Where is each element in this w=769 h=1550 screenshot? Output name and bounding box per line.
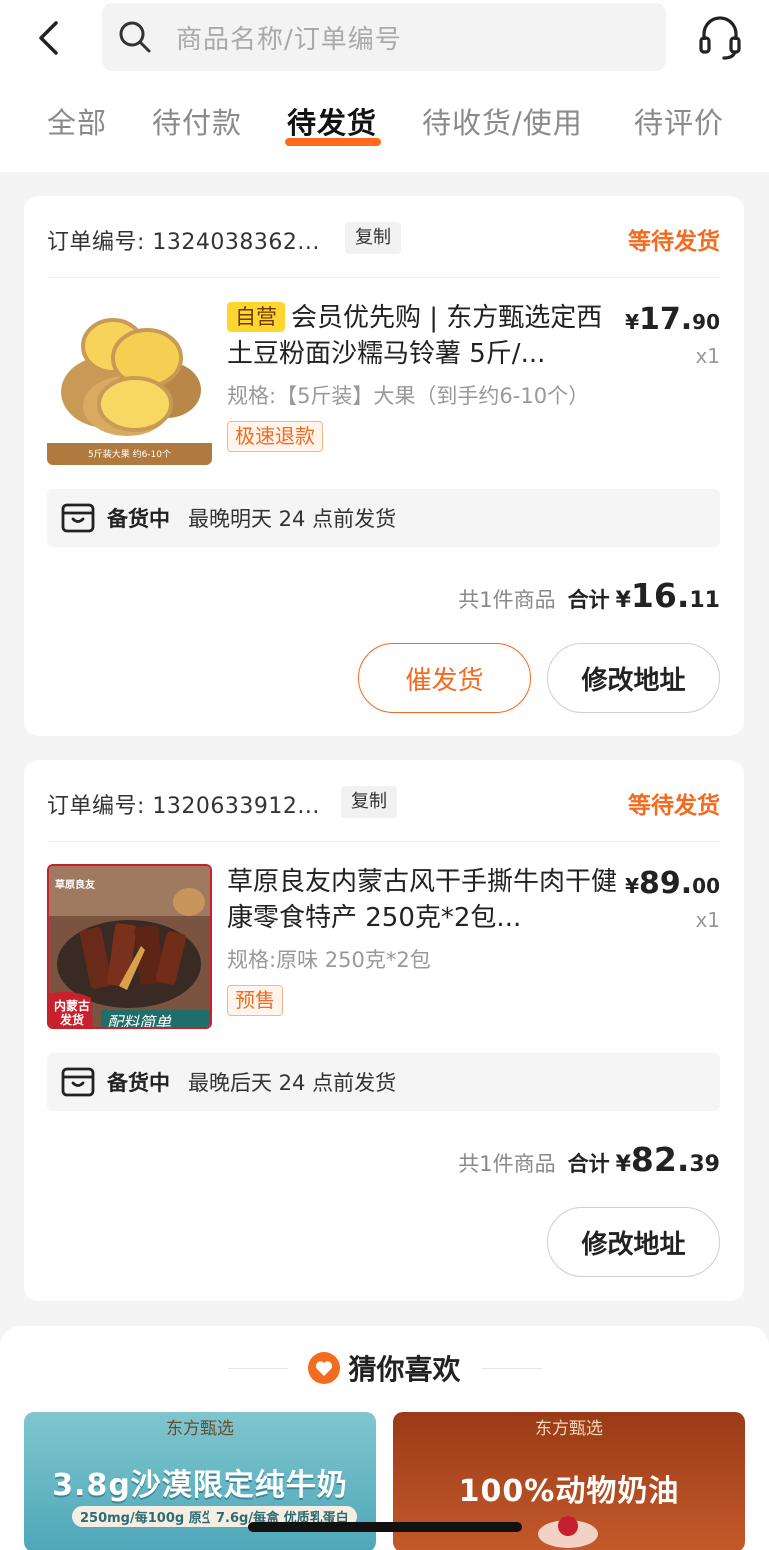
product-price: ¥89.00 [625, 866, 720, 901]
tab-pending-payment[interactable]: 待付款 [152, 100, 242, 142]
tab-all[interactable]: 全部 [47, 100, 107, 142]
thumb-corner-label: 内蒙古发货 [53, 999, 90, 1027]
order-card: 订单编号: 1324038362... 复制 等待发货 5斤装大果 约6-10个… [24, 196, 744, 736]
tab-pending-review[interactable]: 待评价 [634, 100, 724, 142]
package-box-icon [61, 1067, 95, 1097]
tab-pending-receipt[interactable]: 待收货/使用 [422, 100, 583, 142]
recommend-headline: 3.8g沙漠限定纯牛奶 [52, 1468, 348, 1503]
order-status: 等待发货 [628, 229, 720, 255]
product-quantity: x1 [695, 344, 720, 368]
shipping-note: 最晚后天 24 点前发货 [188, 1071, 397, 1095]
product-spec: 规格:【5斤装】大果（到手约6-10个） [227, 384, 590, 408]
top-bar: 商品名称/订单编号 全部 待付款 待发货 待收货/使用 待评价 [0, 0, 769, 172]
divider [47, 277, 720, 278]
dessert-illustration [538, 1516, 598, 1548]
product-spec: 规格:原味 250克*2包 [227, 948, 431, 972]
change-address-button[interactable]: 修改地址 [547, 643, 720, 713]
product-price: ¥17.90 [625, 302, 720, 337]
order-total: 共1件商品 合计 ¥ 82. 39 [458, 1140, 720, 1179]
divider [47, 841, 720, 842]
recommendations-title: 猜你喜欢 [0, 1348, 769, 1388]
order-header: 订单编号: 1324038362... 复制 等待发货 [47, 222, 720, 256]
presale-badge: 预售 [227, 985, 283, 1016]
shipping-status: 备货中 [107, 1071, 170, 1095]
product-image-potato[interactable]: 5斤装大果 约6-10个 [47, 300, 212, 465]
order-number: 订单编号: 1324038362... [47, 230, 320, 255]
product-title[interactable]: 草原良友内蒙古风干手撕牛肉干健康零食特产 250克*2包... [227, 864, 617, 936]
home-indicator [248, 1522, 522, 1532]
shipping-status: 备货中 [107, 507, 170, 531]
recommend-brand: 东方甄选 [166, 1419, 234, 1439]
copy-button[interactable]: 复制 [345, 222, 401, 254]
shipping-info[interactable]: 备货中 最晚明天 24 点前发货 [47, 489, 720, 547]
recommend-headline: 100%动物奶油 [458, 1474, 680, 1509]
change-address-button[interactable]: 修改地址 [547, 1207, 720, 1277]
order-number: 订单编号: 1320633912... [47, 794, 320, 819]
shipping-note: 最晚明天 24 点前发货 [188, 507, 397, 531]
heart-icon [308, 1352, 341, 1384]
active-tab-underline [285, 138, 382, 146]
shipping-info[interactable]: 备货中 最晚后天 24 点前发货 [47, 1053, 720, 1111]
thumb-caption: 配料简单 [107, 1013, 172, 1029]
thumb-caption: 5斤装大果 约6-10个 [87, 450, 171, 460]
search-placeholder: 商品名称/订单编号 [176, 24, 402, 55]
thumb-brand: 草原良友 [55, 880, 95, 891]
product-image-beef-jerky[interactable]: 草原良友 内蒙古发货 配料简单 [47, 864, 212, 1029]
self-operated-tag: 自营 [227, 302, 285, 332]
fast-refund-badge: 极速退款 [227, 421, 323, 452]
search-icon [119, 21, 151, 53]
product-title[interactable]: 自营 会员优先购 | 东方甄选定西土豆粉面沙糯马铃薯 5斤/... [227, 300, 617, 372]
product-quantity: x1 [695, 908, 720, 932]
tab-pending-shipment[interactable]: 待发货 [285, 100, 382, 146]
order-header: 订单编号: 1320633912... 复制 等待发货 [47, 786, 720, 820]
order-card: 订单编号: 1320633912... 复制 等待发货 草原良友 内蒙古发货 配… [24, 760, 744, 1301]
order-status: 等待发货 [628, 793, 720, 819]
copy-button[interactable]: 复制 [341, 786, 397, 818]
back-arrow-icon[interactable] [28, 16, 68, 60]
search-input[interactable]: 商品名称/订单编号 [102, 3, 666, 71]
order-tabs: 全部 待付款 待发货 待收货/使用 待评价 [0, 100, 769, 160]
customer-service-icon[interactable] [696, 14, 744, 62]
package-box-icon [61, 503, 95, 533]
order-total: 共1件商品 合计 ¥ 16. 11 [458, 576, 720, 615]
recommend-brand: 东方甄选 [535, 1419, 603, 1439]
recommendations: 猜你喜欢 东方甄选 3.8g沙漠限定纯牛奶 250mg/每100g 原生高钙 7… [0, 1326, 769, 1550]
urge-shipment-button[interactable]: 催发货 [358, 643, 531, 713]
